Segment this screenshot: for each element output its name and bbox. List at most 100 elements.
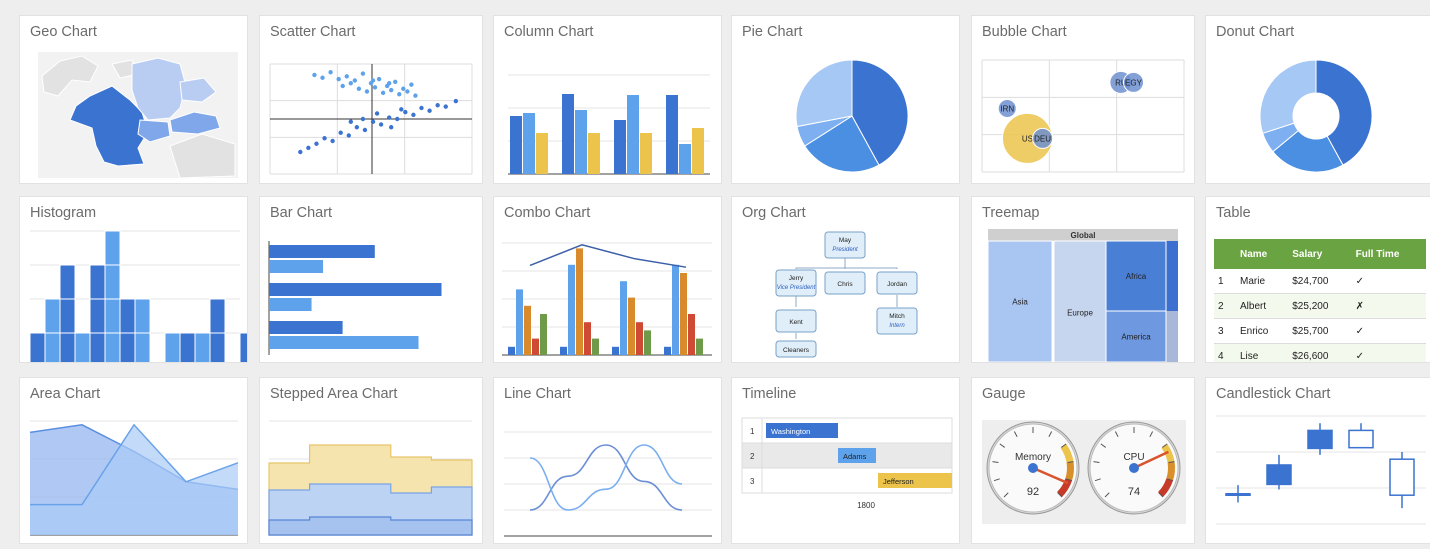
timeline-card[interactable]: Timeline 1 2 3 Washington Adams Jefferson 1800: [732, 378, 959, 543]
scatter-point: [409, 82, 414, 87]
combo-bar: [584, 322, 591, 355]
table-cell: 2: [1214, 293, 1236, 319]
treemap-label: Africa: [1126, 272, 1147, 281]
gauge-hub: [1028, 463, 1038, 473]
table-row[interactable]: 4 Lise $26,600 ✓: [1214, 343, 1426, 362]
table-card[interactable]: Table Name Salary Full Time 1 Marie $24,…: [1206, 197, 1430, 362]
scatter-point: [348, 81, 353, 86]
bubble-label: US: [1022, 134, 1033, 143]
scatter-point: [370, 78, 376, 83]
scatter-point: [411, 112, 416, 118]
candle-body: [1266, 464, 1292, 486]
candlestick-chart-card[interactable]: Candlestick Chart: [1206, 378, 1430, 543]
pie-chart-card[interactable]: Pie Chart: [732, 16, 959, 183]
table-cell: ✓: [1351, 269, 1426, 294]
scatter-point: [376, 76, 382, 82]
treemap-cell: [1166, 311, 1178, 362]
table-header-fulltime[interactable]: Full Time: [1351, 239, 1426, 269]
table-row[interactable]: 1 Marie $24,700 ✓: [1214, 269, 1426, 294]
bar: [269, 321, 343, 334]
bar: [269, 245, 375, 258]
table-title: Table: [1216, 205, 1251, 221]
scatter-point: [386, 81, 392, 86]
geo-chart-plot: [38, 52, 238, 179]
column-bar: [679, 144, 691, 174]
org-node-role: Vice President: [777, 285, 816, 291]
histogram-card[interactable]: Histogram: [20, 197, 247, 362]
timeline-bar-label: Jefferson: [883, 477, 914, 486]
org-node-name: Mitch: [889, 313, 905, 320]
treemap-plot: Global Asia Europe Africa America: [987, 229, 1178, 362]
scatter-point: [370, 119, 376, 124]
timeline-row-index: 3: [750, 477, 755, 486]
bubble-label: EGY: [1125, 78, 1143, 87]
bar: [269, 336, 419, 349]
timeline-plot: 1 2 3 Washington Adams Jefferson 1800: [741, 417, 953, 510]
donut-chart-plot: [1259, 59, 1373, 173]
area-chart-plot: [29, 420, 239, 536]
treemap-card[interactable]: Treemap Global Asia Europe Africa America: [972, 197, 1194, 362]
combo-chart-card[interactable]: Combo Chart: [494, 197, 721, 362]
bubble-chart-card[interactable]: Bubble Chart IRN US DEU RU EGY: [972, 16, 1194, 183]
column-chart-card[interactable]: Column Chart: [494, 16, 721, 183]
timeline-bar-label: Washington: [771, 427, 810, 436]
table-header-name[interactable]: Name: [1236, 239, 1289, 269]
scatter-point: [403, 109, 408, 115]
org-node-role: President: [832, 247, 858, 253]
scatter-point: [340, 83, 345, 89]
histogram-bar: [89, 264, 106, 300]
gauge-value: 92: [1027, 486, 1039, 498]
bubble-chart-plot: IRNUS DEURUEGY: [981, 59, 1185, 173]
column-bar: [588, 133, 600, 174]
line-series: [529, 444, 683, 511]
treemap-label: Europe: [1067, 309, 1093, 318]
combo-bar: [508, 346, 515, 355]
area-chart-card[interactable]: Area Chart: [20, 378, 247, 543]
combo-bar: [592, 338, 599, 355]
table-row[interactable]: 2 Albert $25,200 ✗: [1214, 293, 1426, 319]
scatter-point: [348, 119, 353, 124]
histogram-bar: [119, 298, 136, 334]
histogram-plot: [29, 230, 247, 362]
combo-bar: [568, 264, 575, 355]
scatter-point: [405, 89, 410, 94]
column-bar: [536, 133, 548, 174]
scatter-point: [386, 115, 392, 120]
stepped-area-chart-card[interactable]: Stepped Area Chart: [260, 378, 482, 543]
table-row[interactable]: 3 Enrico $25,700 ✓: [1214, 318, 1426, 344]
donut-chart-card[interactable]: Donut Chart: [1206, 16, 1430, 183]
line-chart-card[interactable]: Line Chart: [494, 378, 721, 543]
bubble-label: DEU: [1034, 134, 1051, 143]
gauge-card[interactable]: Gauge Memory 92 CPU 74: [972, 378, 1194, 543]
column-chart-plot: [508, 74, 710, 175]
combo-bar: [680, 273, 687, 355]
timeline-row-index: 1: [750, 427, 755, 436]
scatter-point: [453, 98, 459, 104]
scatter-point: [397, 92, 402, 97]
histogram-bar: [209, 332, 226, 362]
scatter-chart-card[interactable]: Scatter Chart: [260, 16, 482, 183]
treemap-root-label: Global: [1071, 231, 1096, 240]
column-bar: [627, 95, 639, 174]
bar-chart-plot: [268, 241, 442, 355]
donut-slice: [1259, 59, 1317, 134]
combo-bar: [688, 314, 695, 355]
scatter-point: [419, 105, 424, 111]
column-bar: [666, 95, 678, 174]
table-cell: 4: [1214, 343, 1236, 362]
org-node-name: Chris: [837, 281, 853, 288]
histogram-bar: [164, 332, 181, 362]
line-series: [529, 444, 683, 511]
org-node: [824, 231, 866, 259]
histogram-bar: [59, 264, 76, 300]
table-header-salary[interactable]: Salary: [1288, 239, 1352, 269]
table-header-index: [1214, 239, 1236, 269]
combo-bar: [560, 346, 567, 355]
scatter-point: [378, 122, 384, 127]
histogram-bar: [44, 332, 61, 362]
table-cell: Enrico: [1236, 318, 1289, 344]
org-chart-card[interactable]: Org Chart May President Jerry Vice Presiden…: [732, 197, 959, 362]
bar-chart-card[interactable]: Bar Chart: [260, 197, 482, 362]
table-cell: $25,200: [1288, 293, 1352, 319]
geo-chart-card[interactable]: Geo Chart: [20, 16, 247, 183]
